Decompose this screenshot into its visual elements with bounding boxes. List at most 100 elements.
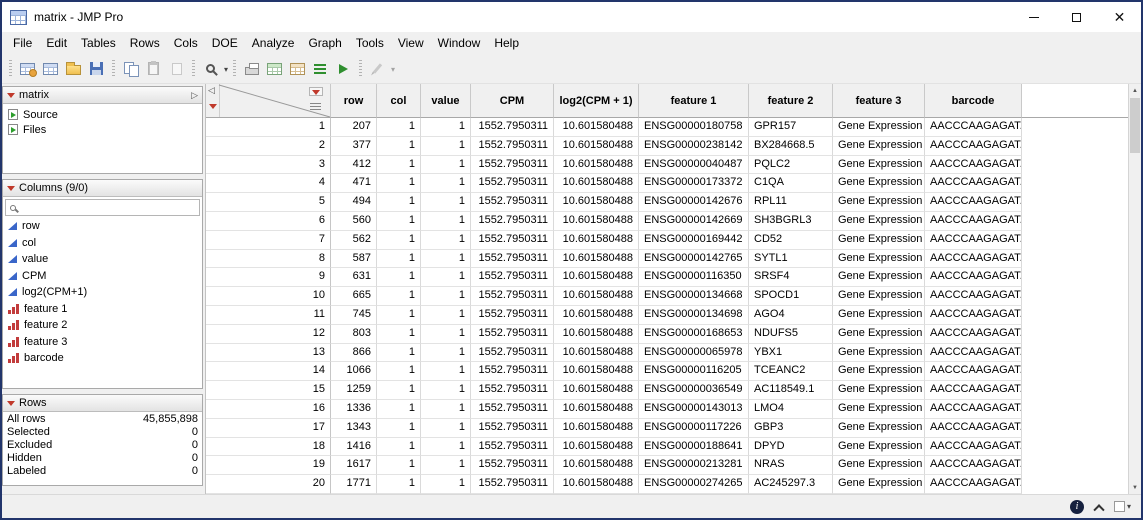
cell[interactable]: 1 [377, 287, 421, 306]
cell[interactable]: AACCCAAGAGAT... [925, 137, 1022, 156]
new-data-table-icon[interactable] [16, 57, 39, 80]
column-item-feature-1[interactable]: feature 1 [3, 301, 202, 318]
row-number[interactable]: 4 [206, 174, 331, 193]
row-number[interactable]: 19 [206, 456, 331, 475]
cell[interactable]: 1552.7950311 [471, 212, 554, 231]
cell[interactable]: ENSG00000238142 [639, 137, 749, 156]
cell[interactable]: 1552.7950311 [471, 250, 554, 269]
cell[interactable]: 866 [331, 344, 377, 363]
cell[interactable]: 1552.7950311 [471, 118, 554, 137]
cell[interactable]: 1552.7950311 [471, 174, 554, 193]
cell[interactable]: 1771 [331, 475, 377, 494]
sort-icon[interactable] [309, 57, 332, 80]
cell[interactable]: 10.601580488 [554, 325, 639, 344]
print-icon[interactable] [240, 57, 263, 80]
column-item-barcode[interactable]: barcode [3, 350, 202, 367]
row-number[interactable]: 5 [206, 193, 331, 212]
cell[interactable]: BX284668.5 [749, 137, 833, 156]
scroll-to-top-icon[interactable] [1093, 504, 1104, 515]
column-header-feature-1[interactable]: feature 1 [639, 84, 749, 118]
table-script-files[interactable]: Files [3, 122, 202, 137]
cell[interactable]: AACCCAAGAGAT... [925, 287, 1022, 306]
menu-tools[interactable]: Tools [349, 32, 391, 54]
column-header-col[interactable]: col [377, 84, 421, 118]
menu-doe[interactable]: DOE [205, 32, 245, 54]
cell[interactable]: 1 [421, 137, 471, 156]
scroll-up-icon[interactable]: ▲ [1129, 84, 1141, 97]
cell[interactable]: 1552.7950311 [471, 325, 554, 344]
cell[interactable]: AACCCAAGAGAT... [925, 231, 1022, 250]
cell[interactable]: Gene Expression [833, 174, 925, 193]
column-item-row[interactable]: row [3, 218, 202, 235]
column-item-feature-2[interactable]: feature 2 [3, 317, 202, 334]
chevron-down-icon[interactable]: ▾ [1127, 502, 1131, 511]
cell[interactable]: AACCCAAGAGAT... [925, 250, 1022, 269]
row-number[interactable]: 16 [206, 400, 331, 419]
cell[interactable]: 10.601580488 [554, 306, 639, 325]
collapse-panels-icon[interactable]: ◁ [208, 86, 215, 95]
cell[interactable]: Gene Expression [833, 400, 925, 419]
row-number[interactable]: 14 [206, 362, 331, 381]
cell[interactable]: 1 [377, 438, 421, 457]
cell[interactable]: AACCCAAGAGAT... [925, 475, 1022, 494]
cell[interactable]: ENSG00000180758 [639, 118, 749, 137]
cell[interactable]: 1 [377, 137, 421, 156]
cell[interactable]: ENSG00000117226 [639, 419, 749, 438]
row-number[interactable]: 20 [206, 475, 331, 494]
cell[interactable]: 1 [421, 231, 471, 250]
row-number[interactable]: 1 [206, 118, 331, 137]
columns-panel-header[interactable]: Columns (9/0) [3, 180, 202, 197]
cell[interactable]: 1 [377, 344, 421, 363]
cell[interactable]: 1 [377, 231, 421, 250]
cell[interactable]: 1 [421, 156, 471, 175]
cell[interactable]: 631 [331, 268, 377, 287]
cell[interactable]: AACCCAAGAGAT... [925, 419, 1022, 438]
row-number[interactable]: 7 [206, 231, 331, 250]
cell[interactable]: CD52 [749, 231, 833, 250]
cell[interactable]: ENSG00000134698 [639, 306, 749, 325]
cell[interactable]: AACCCAAGAGAT... [925, 174, 1022, 193]
cell[interactable]: Gene Expression [833, 137, 925, 156]
column-item-value[interactable]: value [3, 251, 202, 268]
clear-icon[interactable] [165, 57, 188, 80]
cell[interactable]: 10.601580488 [554, 362, 639, 381]
menu-edit[interactable]: Edit [39, 32, 74, 54]
cell[interactable]: 1 [377, 156, 421, 175]
cell[interactable]: AACCCAAGAGAT... [925, 344, 1022, 363]
cell[interactable]: ENSG00000168653 [639, 325, 749, 344]
cell[interactable]: 1 [421, 287, 471, 306]
column-header-cpm[interactable]: CPM [471, 84, 554, 118]
cell[interactable]: 1552.7950311 [471, 268, 554, 287]
cell[interactable]: 10.601580488 [554, 231, 639, 250]
cell[interactable]: 1343 [331, 419, 377, 438]
paste-icon[interactable] [142, 57, 165, 80]
cell[interactable]: 1 [421, 419, 471, 438]
column-item-feature-3[interactable]: feature 3 [3, 334, 202, 351]
cell[interactable]: 1 [377, 193, 421, 212]
cell[interactable]: DPYD [749, 438, 833, 457]
cell[interactable]: AACCCAAGAGAT... [925, 118, 1022, 137]
cell[interactable]: 1552.7950311 [471, 362, 554, 381]
column-header-feature-2[interactable]: feature 2 [749, 84, 833, 118]
cell[interactable]: Gene Expression [833, 325, 925, 344]
column-header-feature-3[interactable]: feature 3 [833, 84, 925, 118]
cell[interactable]: AACCCAAGAGAT... [925, 438, 1022, 457]
cell[interactable]: 10.601580488 [554, 250, 639, 269]
cell[interactable]: ENSG00000065978 [639, 344, 749, 363]
cell[interactable]: ENSG00000134668 [639, 287, 749, 306]
cell[interactable]: Gene Expression [833, 268, 925, 287]
menu-tables[interactable]: Tables [74, 32, 123, 54]
cell[interactable]: 1 [421, 344, 471, 363]
cell[interactable]: 1 [377, 362, 421, 381]
cell[interactable]: 1 [421, 306, 471, 325]
row-number[interactable]: 8 [206, 250, 331, 269]
cell[interactable]: 1 [377, 174, 421, 193]
cell[interactable]: ENSG00000116350 [639, 268, 749, 287]
open-icon[interactable] [62, 57, 85, 80]
cell[interactable]: AACCCAAGAGAT... [925, 156, 1022, 175]
chevron-down-icon[interactable]: ▾ [224, 65, 228, 74]
cell[interactable]: LMO4 [749, 400, 833, 419]
layout-icon[interactable] [286, 57, 309, 80]
cell[interactable]: ENSG00000142676 [639, 193, 749, 212]
cell[interactable]: 1 [377, 306, 421, 325]
